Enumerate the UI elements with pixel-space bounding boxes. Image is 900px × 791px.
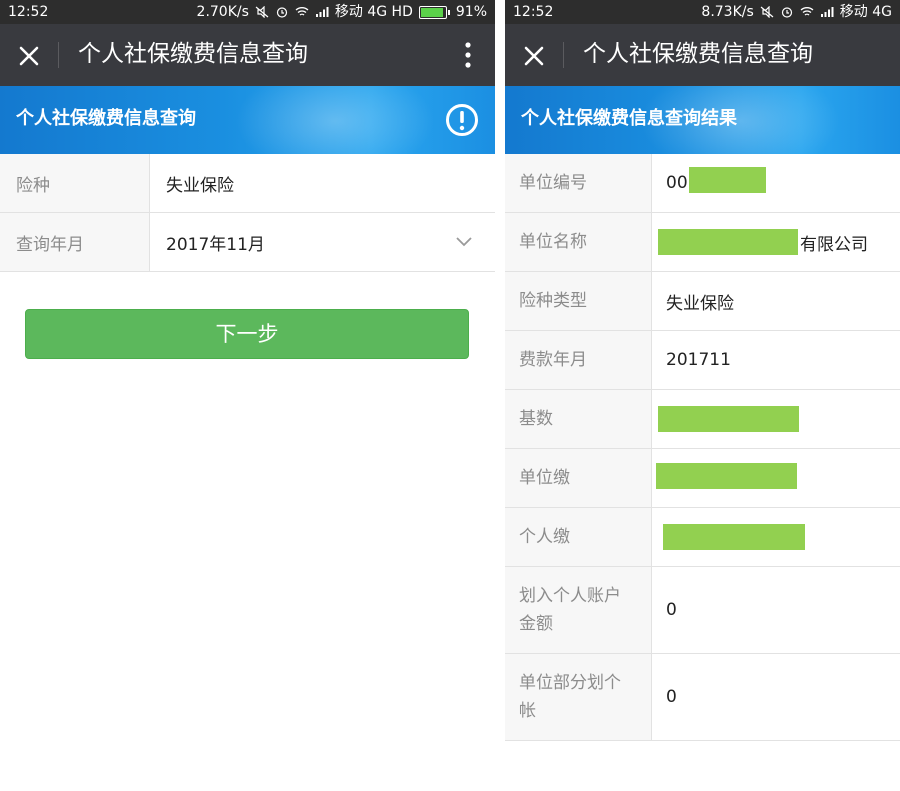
result-row-personal-payment: 个人缴: [505, 508, 900, 567]
nav-bar: 个人社保缴费信息查询: [0, 24, 495, 86]
more-menu-icon[interactable]: [463, 40, 473, 70]
result-label: 划入个人账户金额: [505, 567, 652, 653]
result-row-base: 基数: [505, 390, 900, 449]
alarm-icon: [276, 7, 288, 18]
header-banner: 个人社保缴费信息查询结果: [505, 86, 900, 154]
result-value: [652, 390, 900, 448]
mute-icon: [255, 6, 269, 18]
result-value: 201711: [666, 350, 731, 370]
status-time: 12:52: [513, 4, 554, 20]
banner-title: 个人社保缴费信息查询结果: [521, 108, 737, 129]
result-row-personal-account: 划入个人账户金额 0: [505, 567, 900, 654]
result-label: 个人缴: [505, 508, 652, 566]
result-label: 基数: [505, 390, 652, 448]
query-month-value: 2017年11月: [166, 234, 265, 255]
result-value: 失业保险: [666, 293, 734, 314]
result-value: 00: [652, 154, 900, 212]
chevron-down-icon: [456, 237, 472, 247]
result-label: 险种类型: [505, 272, 652, 330]
status-bar: 12:52 2.70K/s 移动 4G HD 91%: [0, 0, 495, 24]
network-speed: 2.70K/s: [196, 4, 249, 20]
page-title: 个人社保缴费信息查询: [583, 41, 813, 67]
banner-title: 个人社保缴费信息查询: [16, 108, 196, 129]
status-bar: 12:52 8.73K/s 移动 4G: [505, 0, 900, 24]
nav-divider: [563, 42, 564, 68]
status-indicators: 2.70K/s 移动 4G HD 91%: [197, 0, 487, 24]
redaction-mask: [689, 167, 766, 193]
redaction-mask: [658, 406, 799, 432]
query-month-select[interactable]: 2017年11月: [150, 213, 495, 271]
result-label: 单位部分划个帐: [505, 654, 652, 740]
result-value: 有限公司: [652, 213, 900, 271]
status-time: 12:52: [8, 4, 49, 20]
query-month-label: 查询年月: [0, 213, 150, 271]
battery-icon: [418, 5, 450, 19]
query-screen: 12:52 2.70K/s 移动 4G HD 91% 个人社保缴费信息查询 个人…: [0, 0, 495, 791]
carrier-label: 移动 4G HD: [334, 4, 413, 20]
result-value: [652, 508, 900, 566]
result-row-unit-id: 单位编号 00: [505, 154, 900, 213]
result-row-unit-payment: 单位缴: [505, 449, 900, 508]
status-indicators: 8.73K/s 移动 4G: [701, 0, 892, 24]
wifi-icon: [800, 7, 814, 16]
wifi-icon: [295, 7, 309, 16]
close-icon[interactable]: [519, 41, 549, 71]
signal-icon: [820, 7, 834, 17]
result-row-unit-account: 单位部分划个帐 0: [505, 654, 900, 741]
header-banner: 个人社保缴费信息查询: [0, 86, 495, 154]
nav-bar: 个人社保缴费信息查询: [505, 24, 900, 86]
carrier-label: 移动 4G: [839, 4, 892, 20]
alarm-icon: [781, 7, 792, 18]
insurance-type-row[interactable]: 险种 失业保险: [0, 154, 495, 213]
result-row-unit-name: 单位名称 有限公司: [505, 213, 900, 272]
next-button[interactable]: 下一步: [25, 309, 469, 359]
redaction-mask: [656, 463, 797, 489]
result-label: 单位编号: [505, 154, 652, 212]
insurance-type-value[interactable]: 失业保险: [150, 154, 495, 212]
result-label: 单位缴: [505, 449, 652, 507]
result-value: 0: [666, 600, 677, 620]
info-icon[interactable]: [445, 103, 479, 137]
close-icon[interactable]: [14, 41, 44, 71]
result-row-fee-month: 费款年月 201711: [505, 331, 900, 390]
page-title: 个人社保缴费信息查询: [78, 41, 308, 67]
result-value: [652, 449, 900, 507]
mute-icon: [760, 6, 774, 18]
result-row-insurance-type: 险种类型 失业保险: [505, 272, 900, 331]
result-value: 0: [666, 687, 677, 707]
result-screen: 12:52 8.73K/s 移动 4G 个人社保缴费信息查询 个人社保缴费信息查…: [505, 0, 900, 791]
signal-icon: [315, 7, 329, 17]
result-label: 单位名称: [505, 213, 652, 271]
redaction-mask: [663, 524, 805, 550]
insurance-type-label: 险种: [0, 154, 150, 212]
battery-percent: 91%: [455, 4, 487, 20]
network-speed: 8.73K/s: [701, 4, 754, 20]
redaction-mask: [658, 229, 798, 255]
query-month-row[interactable]: 查询年月 2017年11月: [0, 213, 495, 272]
result-label: 费款年月: [505, 331, 652, 389]
nav-divider: [58, 42, 59, 68]
